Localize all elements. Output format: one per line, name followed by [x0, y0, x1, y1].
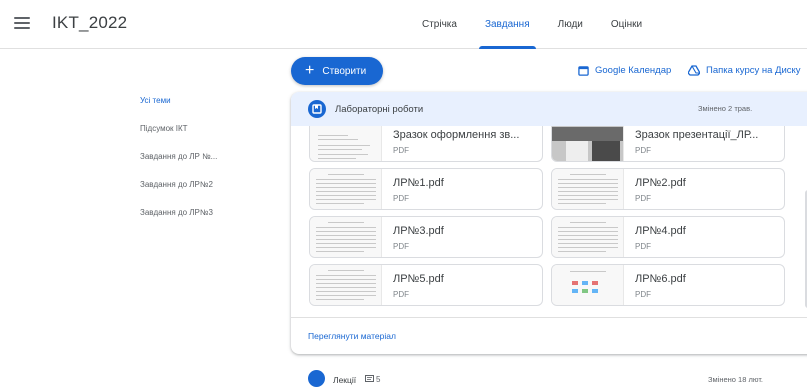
pdf-thumbnail — [552, 217, 624, 257]
lectures-title: Лекції — [333, 375, 357, 385]
pdf-thumbnail — [310, 217, 382, 257]
lectures-count: 5 — [376, 375, 381, 384]
pdf-thumbnail — [310, 265, 382, 305]
create-button-label: Створити — [322, 65, 367, 77]
attachment-card[interactable]: ЛР№1.pdf PDF — [309, 168, 543, 210]
attachment-card[interactable]: ЛР№6.pdf PDF — [551, 264, 785, 306]
attachment-card[interactable]: ЛР№5.pdf PDF — [309, 264, 543, 306]
pdf-thumbnail — [310, 126, 382, 161]
topic-item[interactable]: Підсумок ІКТ — [140, 122, 217, 150]
attachment-name: ЛР№6.pdf — [635, 273, 686, 285]
material-header[interactable]: Лабораторні роботи Змінено 2 трав. — [291, 92, 807, 126]
attachment-name: ЛР№5.pdf — [393, 273, 444, 285]
attachments-grid: Зразок оформлення зв... PDF Зразок презе… — [309, 126, 805, 316]
material-icon — [308, 100, 326, 118]
class-tabs: Стрічка Завдання Люди Оцінки — [410, 0, 658, 49]
view-material-link[interactable]: Переглянути матеріал — [308, 331, 396, 341]
attachment-card[interactable]: ЛР№2.pdf PDF — [551, 168, 785, 210]
attachment-card[interactable]: ЛР№3.pdf PDF — [309, 216, 543, 258]
attachment-name: ЛР№1.pdf — [393, 177, 444, 189]
attachment-type: PDF — [393, 146, 409, 155]
top-app-bar: IKT_2022 Стрічка Завдання Люди Оцінки — [0, 0, 807, 49]
material-footer: Переглянути матеріал — [291, 317, 807, 354]
lectures-changed-date: Змінено 18 лют. — [708, 375, 764, 384]
topic-item[interactable]: Завдання до ЛР№2 — [140, 178, 217, 206]
attachment-type: PDF — [393, 194, 409, 203]
pdf-thumbnail — [552, 265, 624, 305]
topic-item[interactable]: Завдання до ЛР№3 — [140, 206, 217, 234]
tab-people[interactable]: Люди — [546, 0, 595, 49]
topic-all[interactable]: Усі теми — [140, 94, 217, 122]
comments-icon — [365, 375, 374, 382]
attachment-name: ЛР№4.pdf — [635, 225, 686, 237]
hamburger-menu-icon[interactable] — [14, 17, 30, 29]
pdf-thumbnail — [552, 169, 624, 209]
tab-grades[interactable]: Оцінки — [599, 0, 654, 49]
google-calendar-label: Google Календар — [595, 65, 672, 76]
topics-list: Усі теми Підсумок ІКТ Завдання до ЛР №..… — [140, 94, 217, 234]
attachment-name: Зразок презентації_ЛР... — [635, 129, 759, 141]
plus-icon: + — [305, 62, 315, 79]
create-button[interactable]: + Створити — [291, 57, 383, 85]
google-calendar-link[interactable]: Google Календар — [578, 65, 671, 76]
attachment-name: ЛР№2.pdf — [635, 177, 686, 189]
material-changed-date: Змінено 2 трав. — [698, 104, 753, 113]
pdf-thumbnail — [310, 169, 382, 209]
drive-folder-label: Папка курсу на Диску — [706, 65, 801, 76]
presentation-thumbnail — [552, 126, 624, 161]
attachment-type: PDF — [393, 290, 409, 299]
drive-icon — [688, 65, 700, 76]
attachment-type: PDF — [635, 242, 651, 251]
material-icon — [308, 370, 325, 387]
topic-item[interactable]: Завдання до ЛР №... — [140, 150, 217, 178]
attachment-card[interactable]: ЛР№4.pdf PDF — [551, 216, 785, 258]
attachment-type: PDF — [635, 290, 651, 299]
attachment-type: PDF — [635, 194, 651, 203]
lectures-section-header[interactable]: Лекції 5 Змінено 18 лют. — [308, 370, 807, 387]
material-card: Лабораторні роботи Змінено 2 трав. Зразо… — [291, 92, 807, 354]
attachment-type: PDF — [635, 146, 651, 155]
tab-classwork[interactable]: Завдання — [473, 0, 542, 49]
attachment-type: PDF — [393, 242, 409, 251]
class-title[interactable]: IKT_2022 — [52, 13, 127, 33]
attachment-name: ЛР№3.pdf — [393, 225, 444, 237]
attachment-name: Зразок оформлення зв... — [393, 129, 520, 141]
attachment-card[interactable]: Зразок презентації_ЛР... PDF — [551, 126, 785, 162]
tab-stream[interactable]: Стрічка — [410, 0, 469, 49]
calendar-icon — [578, 66, 589, 76]
attachment-card[interactable]: Зразок оформлення зв... PDF — [309, 126, 543, 162]
material-title: Лабораторні роботи — [335, 103, 424, 115]
drive-folder-link[interactable]: Папка курсу на Диску — [688, 65, 801, 76]
